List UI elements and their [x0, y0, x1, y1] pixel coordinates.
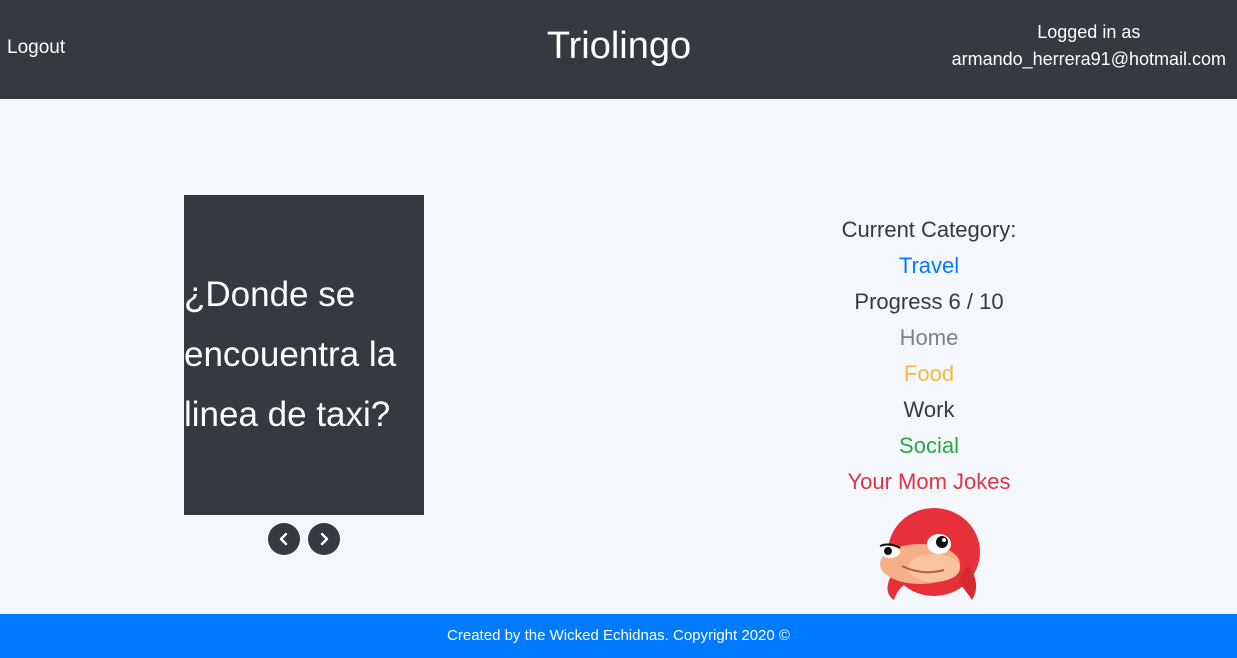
category-food[interactable]: Food — [779, 356, 1079, 392]
category-social[interactable]: Social — [779, 428, 1079, 464]
flashcard-text: ¿Donde se encouentra la linea de taxi? — [184, 275, 397, 434]
next-card-button[interactable] — [308, 523, 340, 555]
previous-card-button[interactable] — [268, 523, 300, 555]
chevron-left-icon — [279, 532, 288, 546]
category-panel: Current Category: Travel Progress 6 / 10… — [779, 212, 1079, 500]
category-home[interactable]: Home — [779, 320, 1079, 356]
category-your-mom-jokes[interactable]: Your Mom Jokes — [779, 464, 1079, 500]
flashcard[interactable]: ¿Donde se encouentra la linea de taxi? — [184, 195, 424, 515]
main-content: ¿Donde se encouentra la linea de taxi? C… — [0, 99, 1237, 614]
logged-in-label: Logged in as — [1037, 22, 1141, 42]
knuckles-mascot-icon — [879, 508, 980, 600]
footer-text: Created by the Wicked Echidnas. Copyrigh… — [447, 627, 790, 644]
progress-text: Progress 6 / 10 — [854, 289, 1004, 314]
footer: Created by the Wicked Echidnas. Copyrigh… — [0, 614, 1237, 658]
brand-title[interactable]: Triolingo — [547, 25, 691, 67]
user-info: Logged in as armando_herrera91@hotmail.c… — [952, 19, 1226, 73]
top-navbar: Logout Triolingo Logged in as armando_he… — [0, 0, 1237, 99]
current-category-travel[interactable]: Travel — [779, 248, 1079, 284]
user-email: armando_herrera91@hotmail.com — [951, 49, 1226, 69]
chevron-right-icon — [320, 532, 329, 546]
logout-link[interactable]: Logout — [7, 36, 65, 60]
category-work[interactable]: Work — [779, 392, 1079, 428]
current-category-label: Current Category: — [841, 217, 1017, 242]
